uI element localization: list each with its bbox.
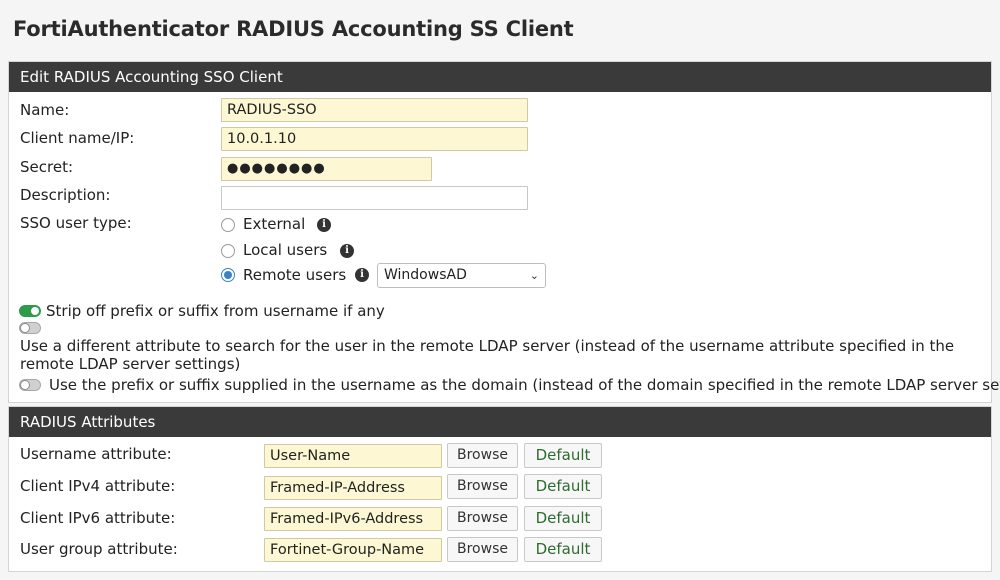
username-attribute-label: Username attribute: (20, 445, 172, 463)
username-attribute-input[interactable]: User-Name (264, 444, 442, 468)
default-button[interactable]: Default (524, 443, 602, 468)
name-label: Name: (20, 101, 70, 119)
radio-remote-users[interactable] (221, 268, 235, 282)
radius-panel-header: RADIUS Attributes (9, 407, 991, 437)
different-attribute-label: Use a different attribute to search for … (20, 337, 955, 373)
browse-button[interactable]: Browse (447, 506, 518, 531)
radio-external[interactable] (221, 218, 235, 232)
info-icon[interactable]: i (340, 244, 354, 258)
secret-input[interactable]: ●●●●●●●● (221, 157, 432, 181)
radio-external-label: External (243, 215, 306, 233)
default-button[interactable]: Default (524, 474, 602, 499)
info-icon[interactable]: i (355, 268, 369, 282)
client-ipv6-attribute-input[interactable]: Framed-IPv6-Address (264, 507, 442, 531)
client-ipv4-attribute-input[interactable]: Framed-IP-Address (264, 476, 442, 500)
description-label: Description: (20, 186, 111, 204)
strip-prefix-toggle[interactable] (19, 305, 41, 317)
client-ip-input[interactable]: 10.0.1.10 (221, 127, 528, 151)
radio-local-users[interactable] (221, 244, 235, 258)
chevron-down-icon: ⌄ (529, 269, 539, 282)
radio-remote-users-label: Remote users (243, 266, 347, 284)
name-input[interactable]: RADIUS-SSO (221, 98, 528, 122)
browse-button[interactable]: Browse (447, 474, 518, 499)
browse-button[interactable]: Browse (447, 537, 518, 562)
remote-server-select[interactable]: WindowsAD (10.0.1.10 ⌄ (377, 263, 546, 288)
secret-label: Secret: (20, 158, 73, 176)
different-attribute-toggle[interactable] (19, 322, 41, 334)
client-ipv4-attribute-label: Client IPv4 attribute: (20, 477, 176, 495)
prefix-as-domain-label: Use the prefix or suffix supplied in the… (49, 376, 1000, 394)
user-group-attribute-input[interactable]: Fortinet-Group-Name (264, 538, 442, 562)
prefix-as-domain-toggle[interactable] (19, 379, 41, 391)
client-ip-label: Client name/IP: (20, 129, 135, 147)
default-button[interactable]: Default (524, 537, 602, 562)
description-input[interactable] (221, 186, 528, 210)
default-button[interactable]: Default (524, 506, 602, 531)
sso-user-type-label: SSO user type: (20, 214, 132, 232)
user-group-attribute-label: User group attribute: (20, 540, 178, 558)
strip-prefix-label: Strip off prefix or suffix from username… (46, 302, 385, 320)
client-ipv6-attribute-label: Client IPv6 attribute: (20, 509, 176, 527)
browse-button[interactable]: Browse (447, 443, 518, 468)
edit-panel-header: Edit RADIUS Accounting SSO Client (9, 62, 991, 92)
remote-server-value: WindowsAD (10.0.1.10 (384, 267, 467, 283)
radio-local-users-label: Local users (243, 241, 328, 259)
page-title: FortiAuthenticator RADIUS Accounting SS … (13, 17, 574, 41)
info-icon[interactable]: i (317, 218, 331, 232)
